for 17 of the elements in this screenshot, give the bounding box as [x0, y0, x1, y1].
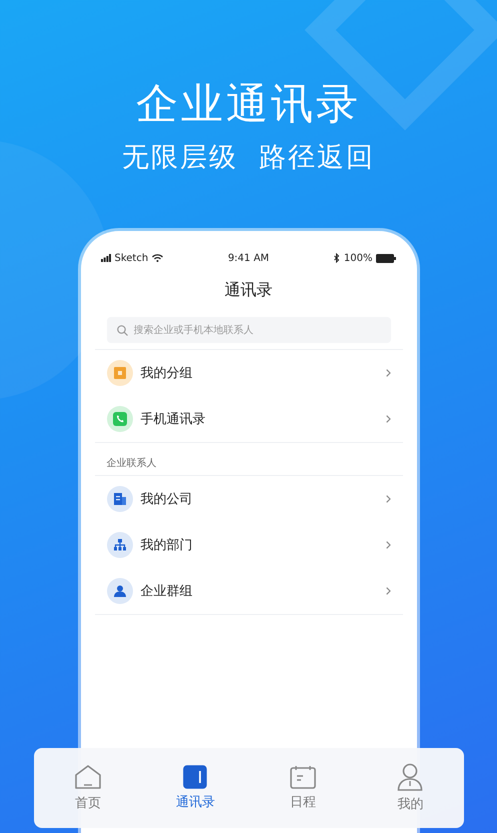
- contact-list-item[interactable]: 企业群组: [94, 568, 402, 614]
- section-header: 企业联系人: [106, 456, 158, 471]
- search-field[interactable]: 搜索企业或手机本地联系人: [106, 317, 390, 343]
- contact-list-item[interactable]: 我的分组: [94, 350, 402, 396]
- tab[interactable]: 首页: [34, 764, 142, 812]
- contact-list-item[interactable]: 手机通讯录: [94, 396, 402, 442]
- battery-percent: 100%: [344, 252, 372, 264]
- status-time: 9:41 AM: [228, 252, 270, 264]
- carrier-name: Sketch: [114, 252, 148, 264]
- tab[interactable]: 日程: [249, 765, 356, 811]
- tab[interactable]: 我的: [356, 763, 464, 813]
- screen-title: 通讯录: [224, 279, 274, 301]
- contact-list-item[interactable]: 我的公司: [94, 476, 402, 522]
- hero-subtitle: 无限层级 路径返回: [122, 141, 376, 175]
- tab[interactable]: 通讯录: [142, 765, 249, 811]
- hero-title: 企业通讯录: [136, 78, 361, 130]
- contact-list-item[interactable]: 我的部门: [94, 522, 402, 568]
